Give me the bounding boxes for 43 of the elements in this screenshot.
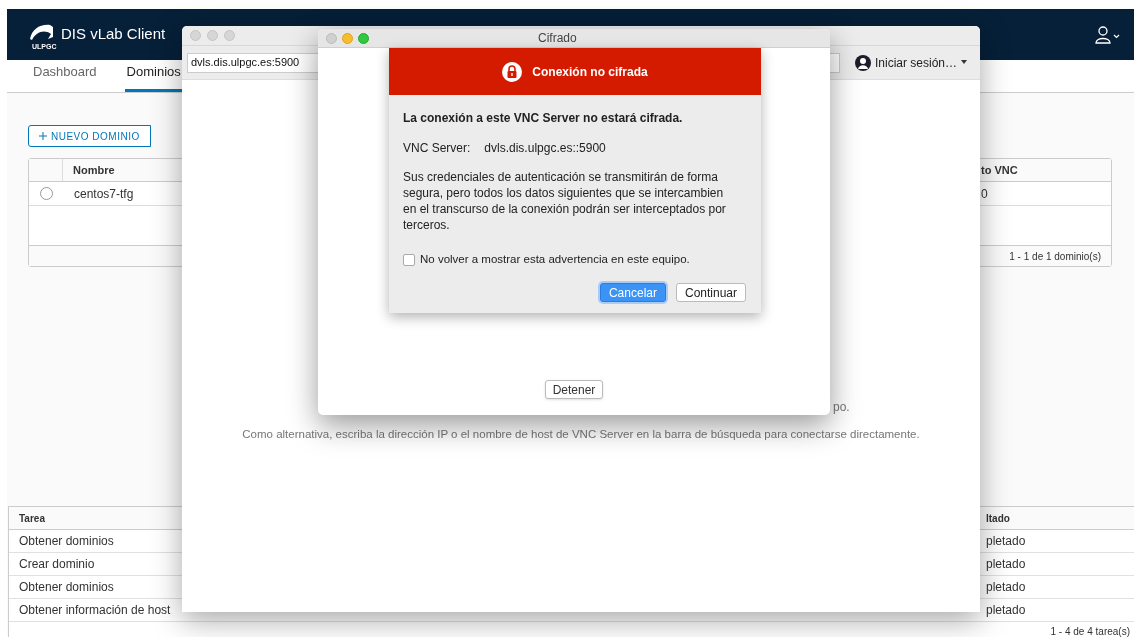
- user-icon: [855, 54, 871, 71]
- table-cell-text: pletado: [986, 533, 1027, 550]
- column-header: Tarea: [19, 511, 45, 526]
- table-cell-text: pletado: [986, 579, 1027, 596]
- pagination-text: 1 - 4 de 4 tarea(s): [1050, 625, 1130, 637]
- table-cell-text: pletado: [986, 602, 1027, 619]
- plus-icon: [39, 132, 47, 140]
- stop-button[interactable]: Detener: [544, 380, 604, 399]
- checkbox-label: No volver a mostrar esta advertencia en este equipo.: [420, 252, 690, 267]
- column-header: to VNC: [981, 162, 1019, 178]
- banner-title: Conexión no cifrada: [532, 63, 648, 81]
- sign-in-button[interactable]: Iniciar sesión…: [855, 53, 968, 72]
- app-title: DIS vLab Client: [61, 24, 166, 45]
- pagination-text: 1 - 1 de 1 dominio(s): [1009, 249, 1101, 264]
- table-cell-text: centos7-tfg: [74, 185, 134, 203]
- hint-text: Como alternativa, escriba la dirección IP o el nombre de host de VNC Server en la barra de búsqueda para conectarse directamente.: [241, 427, 921, 442]
- logo-icon: [30, 23, 53, 40]
- column-header: Nombre: [73, 162, 115, 178]
- window-title: Cifrado: [538, 30, 577, 47]
- dialog-button[interactable]: Continuar: [675, 283, 746, 303]
- window-control-icon[interactable]: [224, 30, 235, 41]
- server-value: dvls.dis.ulpgc.es::5900: [484, 140, 606, 157]
- checkbox[interactable]: [403, 253, 415, 266]
- table-cell-text: Obtener dominios: [19, 579, 114, 596]
- new-domain-button[interactable]: NUEVO DOMINIO: [28, 125, 151, 147]
- table-cell-text: pletado: [986, 556, 1027, 573]
- warning-message: Sus credenciales de autenticación se transmitirán de forma segura, pero todos los datos siguientes que se intercambien en el transcurso de la conexión podrán ser interceptados por terceros.: [403, 169, 727, 233]
- maximize-icon[interactable]: [358, 32, 369, 44]
- table-cell-text: 0: [981, 185, 989, 203]
- table-cell-text: Obtener información de host: [19, 602, 171, 619]
- table-cell-text: Obtener dominios: [19, 533, 114, 550]
- hint-text: po.: [833, 400, 850, 414]
- server-label: VNC Server:: [403, 140, 471, 157]
- window-control-icon[interactable]: [207, 30, 218, 41]
- nav-tab[interactable]: Dashboard: [31, 61, 99, 92]
- user-icon[interactable]: [1094, 24, 1120, 45]
- window-control-icon[interactable]: [190, 30, 201, 41]
- warning-heading: La conexión a este VNC Server no estará cifrada.: [403, 110, 684, 127]
- close-icon[interactable]: [326, 32, 337, 44]
- table-cell-text: Crear dominio: [19, 556, 95, 573]
- column-header: ltado: [986, 511, 1011, 526]
- minimize-icon[interactable]: [342, 32, 353, 44]
- lock-icon: [502, 61, 523, 82]
